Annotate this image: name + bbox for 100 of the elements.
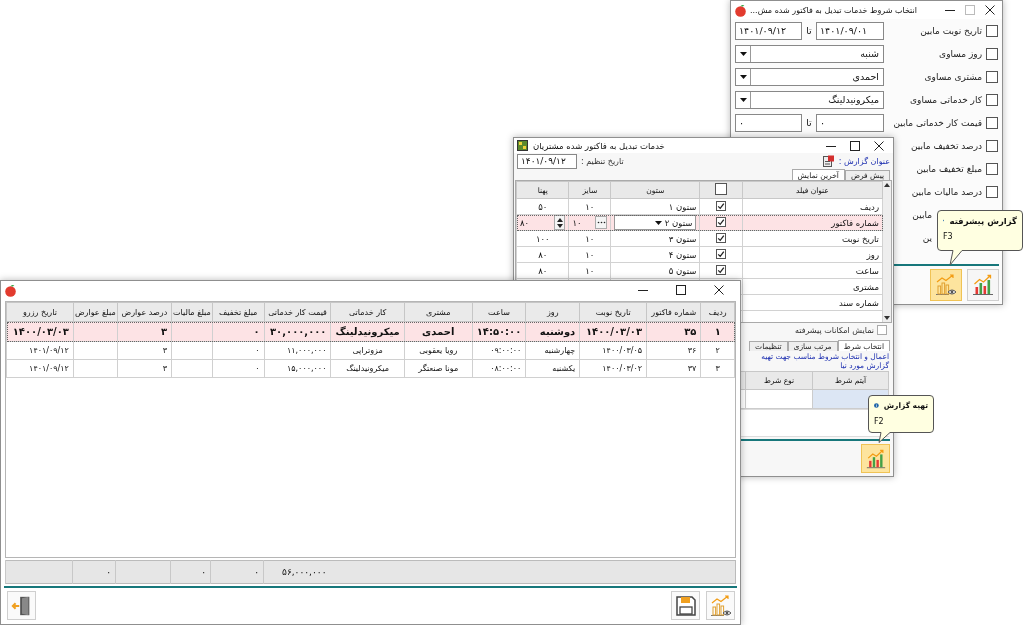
- preview-report-button[interactable]: [930, 269, 962, 301]
- table-cell: ۱۰: [585, 233, 595, 244]
- checkbox[interactable]: [986, 162, 998, 175]
- condition-label: درصد تخفیف مابین: [911, 140, 982, 151]
- checkbox[interactable]: [986, 93, 998, 106]
- table-cell: رویا یعقوبی: [419, 346, 458, 355]
- table-cell: ۸۰: [538, 265, 548, 276]
- column-header[interactable]: تاریخ رزرو: [6, 302, 74, 322]
- ellipsis-icon: [596, 221, 606, 224]
- table-cell: ۰: [255, 364, 260, 373]
- table-cell: ۱۰: [585, 201, 595, 212]
- table-cell: ستون ۴: [668, 249, 697, 260]
- report-button[interactable]: [861, 444, 890, 473]
- table-cell: میکرونیدلینگ: [346, 364, 389, 373]
- column-header[interactable]: مبلغ مالیات: [171, 302, 213, 322]
- column-header[interactable]: شماره فاکتور: [646, 302, 701, 322]
- checkbox[interactable]: [716, 265, 727, 275]
- close-icon: [874, 140, 884, 151]
- spin-button[interactable]: [554, 215, 566, 230]
- table-cell: ۵۰: [538, 201, 548, 212]
- checkbox[interactable]: [986, 185, 998, 198]
- column-header[interactable]: روز: [525, 302, 580, 322]
- table-cell: ۳: [162, 346, 168, 355]
- column-header[interactable]: درصد عوارض: [117, 302, 172, 322]
- width-value: ۸۰: [520, 217, 530, 228]
- number-field[interactable]: ۰: [735, 113, 802, 132]
- to-label: تا: [805, 117, 813, 128]
- maximize-icon: [850, 140, 860, 151]
- save-button[interactable]: [671, 591, 700, 620]
- table-cell: ۳۷: [687, 364, 697, 373]
- close-icon: [714, 285, 724, 295]
- table-cell: چهارشنبه: [544, 346, 576, 355]
- preview-report-button[interactable]: [706, 591, 735, 620]
- column-header[interactable]: ردیف: [700, 302, 735, 322]
- checkbox[interactable]: [986, 24, 998, 37]
- selected-row[interactable]: ۱ ۳۵ ۱۴۰۰/۰۳/۰۳ دوشنبه ۱۴:۵۰:۰۰ احمدی میکرونیدلینگ ۳۰,۰۰۰,۰۰۰ ۰ ۳ ۱۴۰۰/۰۳/۰۳: [6, 321, 735, 342]
- condition-label: روز مساوی: [939, 48, 982, 59]
- table-cell: ۰۹:۰۰:۰۰: [490, 346, 522, 355]
- table-cell: ستون ۱: [668, 201, 697, 212]
- table-cell: شماره سند: [742, 294, 883, 311]
- table-cell: ستون ۳: [668, 233, 697, 244]
- checkbox[interactable]: [716, 217, 727, 227]
- table-cell: مزوتراپی: [352, 346, 383, 355]
- checkbox[interactable]: [877, 325, 887, 335]
- window-title: انتخاب شروط خدمات تبدیل به فاکتور شده مش...: [750, 5, 918, 15]
- column-header[interactable]: تاریخ نوبت: [579, 302, 647, 322]
- apple-icon: [734, 3, 747, 17]
- checkbox[interactable]: [986, 139, 998, 152]
- date-field[interactable]: ۱۴۰۱/۰۹/۱۲: [735, 21, 802, 40]
- table-cell: ۳: [162, 364, 168, 373]
- column-header[interactable]: کار خدماتی: [330, 302, 405, 322]
- to-label: تا: [805, 25, 813, 36]
- caret-icon: [739, 97, 747, 102]
- report-button[interactable]: [967, 269, 999, 301]
- exit-button[interactable]: [7, 591, 36, 620]
- dropdown-field[interactable]: احمدی: [735, 67, 884, 86]
- table-cell: ستون ۵: [668, 265, 697, 276]
- table-cell: مونا صنعتگر: [418, 364, 459, 373]
- column-header[interactable]: مبلغ عوارض: [73, 302, 118, 322]
- caret-icon: [739, 74, 747, 79]
- dropdown-field[interactable]: شنبه: [735, 44, 884, 63]
- scroll-up-icon[interactable]: [884, 183, 890, 187]
- table-cell: ۱۱,۰۰۰,۰۰۰: [287, 346, 327, 355]
- condition-label: قیمت کار خدماتی مابین: [893, 117, 982, 128]
- table-cell: روز: [742, 246, 883, 263]
- checkbox[interactable]: [716, 249, 727, 259]
- column-header[interactable]: مشتری: [404, 302, 473, 322]
- caret-icon: [739, 51, 747, 56]
- grid-app-icon: [517, 140, 528, 151]
- checkbox[interactable]: [715, 183, 728, 195]
- column-header[interactable]: مبلغ تخفیف: [212, 302, 265, 322]
- dropdown-field[interactable]: میکرونیدلینگ: [735, 90, 884, 109]
- dropdown-field[interactable]: ستون ۲: [614, 215, 697, 230]
- date-field[interactable]: ۱۴۰۱/۰۹/۱۲: [517, 153, 577, 169]
- document-icon[interactable]: [822, 155, 835, 167]
- table-cell: میکرونیدلینگ: [335, 326, 400, 337]
- table-cell: یکشنبه: [552, 364, 576, 373]
- table-cell: ۱۴۰۰/۰۳/۰۳: [12, 326, 69, 337]
- table-cell: ۱۴۰۱/۰۹/۱۲: [29, 346, 69, 355]
- checkbox[interactable]: [986, 116, 998, 129]
- table-cell: احمدی: [422, 326, 455, 337]
- shortcut-key: F3: [943, 232, 1017, 241]
- table-cell: ۳: [160, 326, 168, 337]
- checkbox[interactable]: [986, 47, 998, 60]
- selected-row[interactable]: شماره فاکتور ستون ۲ ۱۰ ۸۰: [516, 214, 883, 231]
- date-field[interactable]: ۱۴۰۱/۰۹/۰۱: [816, 21, 884, 40]
- table-cell: ۳۶: [687, 346, 697, 355]
- column-header[interactable]: قیمت کار خدماتی: [264, 302, 331, 322]
- scrollbar[interactable]: [883, 181, 891, 322]
- total-cell: ۵۶,۰۰۰,۰۰۰: [282, 567, 327, 577]
- number-field[interactable]: ۰: [816, 113, 884, 132]
- column-header[interactable]: ساعت: [472, 302, 526, 322]
- tooltip-title: گزارش پیشرفته: [949, 215, 1017, 226]
- table-cell: ۳۵: [684, 326, 697, 337]
- table-cell: ۱۴۰۰/۰۳/۰۳: [585, 326, 643, 337]
- scroll-down-icon[interactable]: [884, 316, 890, 320]
- checkbox[interactable]: [986, 70, 998, 83]
- checkbox[interactable]: [716, 233, 727, 243]
- checkbox[interactable]: [716, 201, 727, 211]
- close-icon: [985, 5, 995, 15]
